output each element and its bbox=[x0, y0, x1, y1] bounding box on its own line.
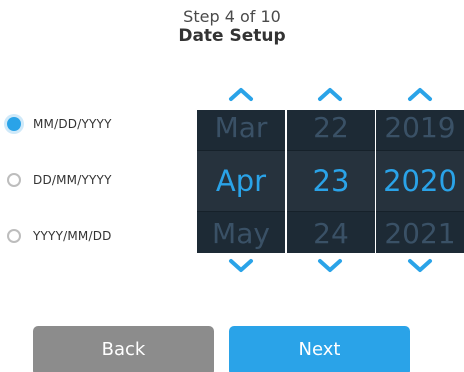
format-option-dd-mm-yyyy[interactable]: DD/MM/YYYY bbox=[7, 168, 112, 192]
radio-selected-icon[interactable] bbox=[7, 117, 21, 131]
month-up-chevron-icon[interactable] bbox=[228, 86, 254, 102]
format-option-yyyy-mm-dd[interactable]: YYYY/MM/DD bbox=[7, 224, 112, 248]
format-label: YYYY/MM/DD bbox=[33, 229, 112, 243]
month-prev-value[interactable]: Mar bbox=[197, 110, 285, 148]
radio-unselected-icon[interactable] bbox=[7, 173, 21, 187]
format-label: DD/MM/YYYY bbox=[33, 173, 112, 187]
radio-unselected-icon[interactable] bbox=[7, 229, 21, 243]
year-up-chevron-icon[interactable] bbox=[407, 86, 433, 102]
month-next-value[interactable]: May bbox=[197, 214, 285, 253]
step-indicator: Step 4 of 10 bbox=[183, 7, 281, 26]
back-button[interactable]: Back bbox=[33, 326, 214, 372]
day-next-value[interactable]: 24 bbox=[287, 214, 375, 253]
day-up-chevron-icon[interactable] bbox=[317, 86, 343, 102]
year-down-chevron-icon[interactable] bbox=[407, 258, 433, 274]
page-title: Date Setup bbox=[178, 26, 286, 46]
year-picker[interactable]: 2019 2020 2021 bbox=[376, 110, 464, 253]
format-label: MM/DD/YYYY bbox=[33, 117, 112, 131]
year-current-value: 2020 bbox=[376, 150, 464, 212]
month-picker[interactable]: Mar Apr May bbox=[197, 110, 285, 253]
month-current-value: Apr bbox=[197, 150, 285, 212]
day-prev-value[interactable]: 22 bbox=[287, 110, 375, 148]
next-button[interactable]: Next bbox=[229, 326, 410, 372]
month-down-chevron-icon[interactable] bbox=[228, 258, 254, 274]
day-current-value: 23 bbox=[287, 150, 375, 212]
day-picker[interactable]: 22 23 24 bbox=[287, 110, 375, 253]
date-setup-screen: Step 4 of 10 Date Setup MM/DD/YYYY DD/MM… bbox=[0, 0, 464, 372]
day-down-chevron-icon[interactable] bbox=[317, 258, 343, 274]
format-option-mm-dd-yyyy[interactable]: MM/DD/YYYY bbox=[7, 112, 112, 136]
header: Step 4 of 10 Date Setup bbox=[0, 7, 464, 47]
year-prev-value[interactable]: 2019 bbox=[376, 110, 464, 148]
year-next-value[interactable]: 2021 bbox=[376, 214, 464, 253]
